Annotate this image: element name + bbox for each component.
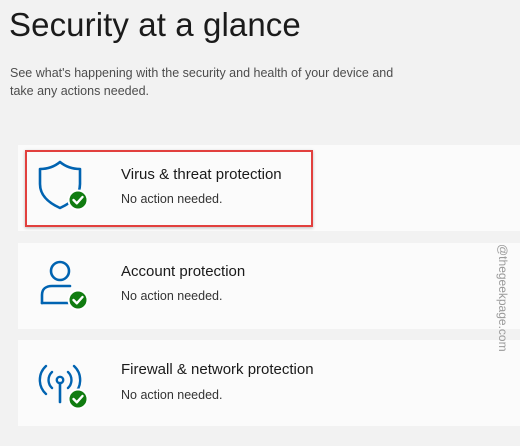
watermark: @thegeekpage.com xyxy=(496,244,510,352)
card-title: Firewall & network protection xyxy=(121,361,314,378)
firewall-network-protection-card[interactable]: Firewall & network protection No action … xyxy=(18,340,520,426)
shield-icon xyxy=(34,157,90,213)
page-title: Security at a glance xyxy=(9,6,301,43)
card-status: No action needed. xyxy=(121,388,223,402)
virus-threat-protection-card[interactable]: Virus & threat protection No action need… xyxy=(18,145,520,231)
card-title: Virus & threat protection xyxy=(121,166,282,183)
person-icon xyxy=(34,257,90,313)
page-subtitle: See what's happening with the security a… xyxy=(10,66,394,98)
account-protection-card[interactable]: Account protection No action needed. xyxy=(18,243,520,329)
card-status: No action needed. xyxy=(121,289,223,303)
card-title: Account protection xyxy=(121,263,246,280)
antenna-icon xyxy=(34,358,90,414)
card-status: No action needed. xyxy=(121,192,223,206)
